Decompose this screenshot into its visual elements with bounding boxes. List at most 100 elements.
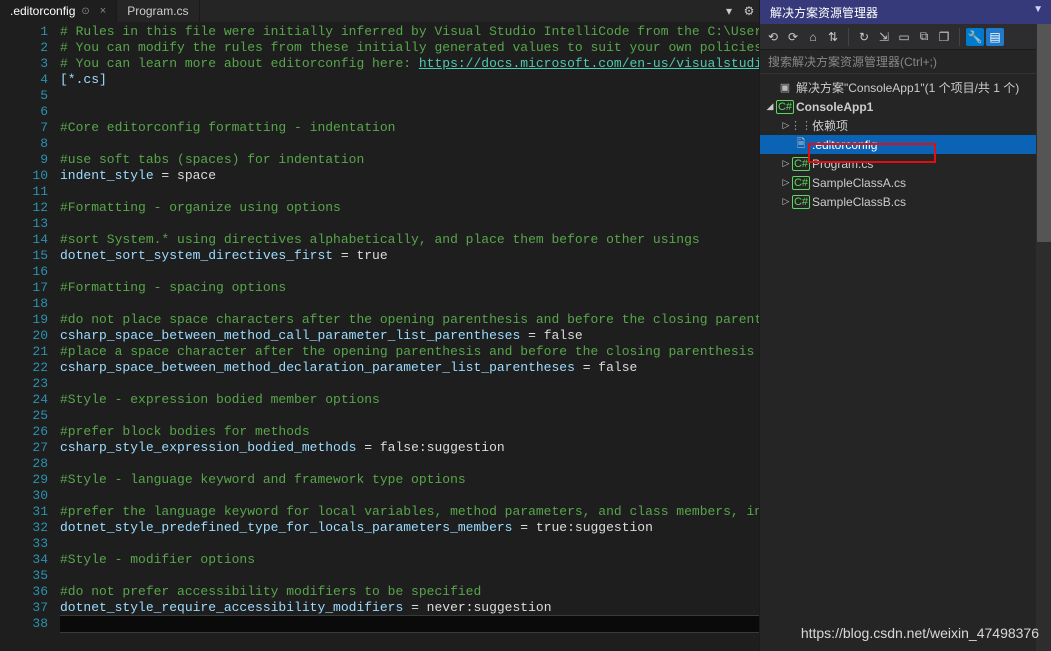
copy-icon[interactable]: ⧉	[915, 28, 933, 46]
expand-arrow-icon[interactable]	[780, 196, 792, 207]
tab-overflow-button[interactable]: ▾	[719, 0, 739, 22]
code-line[interactable]: #Style - modifier options	[60, 552, 759, 568]
code-line[interactable]	[60, 616, 759, 632]
line-number: 36	[0, 584, 48, 600]
code-line[interactable]: #do not place space characters after the…	[60, 312, 759, 328]
tree-node-label: Program.cs	[810, 157, 1045, 171]
code-line[interactable]: #sort System.* using directives alphabet…	[60, 232, 759, 248]
code-line[interactable]: csharp_style_expression_bodied_methods =…	[60, 440, 759, 456]
code-line[interactable]	[60, 104, 759, 120]
line-number: 11	[0, 184, 48, 200]
sync-icon[interactable]: ⇅	[824, 28, 842, 46]
tree-node[interactable]: C#SampleClassB.cs	[760, 192, 1051, 211]
solution-search-input[interactable]: 搜索解决方案资源管理器(Ctrl+;)	[760, 50, 1051, 74]
code-line[interactable]: dotnet_style_predefined_type_for_locals_…	[60, 520, 759, 536]
proj-icon: C#	[776, 100, 794, 114]
tree-node-label: 解决方案"ConsoleApp1"(1 个项目/共 1 个)	[794, 79, 1045, 96]
collapse-icon[interactable]: ⇲	[875, 28, 893, 46]
line-number: 35	[0, 568, 48, 584]
code-line[interactable]	[60, 88, 759, 104]
code-line[interactable]: #Core editorconfig formatting - indentat…	[60, 120, 759, 136]
solution-explorer-panel: 解决方案资源管理器 ▼ ⟲⟳⌂⇅ ↻⇲▭⧉❐ 🔧▤ 搜索解决方案资源管理器(Ctrl…	[759, 0, 1051, 651]
line-number: 31	[0, 504, 48, 520]
sln-icon: ▣	[776, 81, 794, 94]
code-line[interactable]	[60, 488, 759, 504]
back-icon[interactable]: ⟲	[764, 28, 782, 46]
prop-icon[interactable]: ▤	[986, 28, 1004, 46]
code-line[interactable]: #Style - expression bodied member option…	[60, 392, 759, 408]
line-number: 1	[0, 24, 48, 40]
url-link[interactable]: https://docs.microsoft.com/en-us/visuals…	[419, 56, 759, 71]
code-line[interactable]: #do not prefer accessibility modifiers t…	[60, 584, 759, 600]
line-number: 24	[0, 392, 48, 408]
line-number: 18	[0, 296, 48, 312]
code-line[interactable]	[60, 568, 759, 584]
code-line[interactable]: #use soft tabs (spaces) for indentation	[60, 152, 759, 168]
code-line[interactable]: #place a space character after the openi…	[60, 344, 759, 360]
tab-program-cs[interactable]: Program.cs	[117, 0, 199, 22]
wrench-icon[interactable]: 🔧	[966, 28, 984, 46]
tab-label: Program.cs	[127, 4, 188, 18]
code-line[interactable]: csharp_space_between_method_declaration_…	[60, 360, 759, 376]
code-line[interactable]: #prefer the language keyword for local v…	[60, 504, 759, 520]
solution-explorer-title[interactable]: 解决方案资源管理器 ▼	[760, 0, 1051, 24]
code-line[interactable]: indent_style = space	[60, 168, 759, 184]
code-line[interactable]	[60, 136, 759, 152]
line-number: 5	[0, 88, 48, 104]
vertical-scrollbar[interactable]	[1036, 22, 1051, 651]
settings-gear-icon[interactable]: ⚙	[739, 0, 759, 22]
pin-icon: ⊙	[81, 6, 89, 17]
code-line[interactable]	[60, 376, 759, 392]
line-number: 21	[0, 344, 48, 360]
code-line[interactable]: #Style - language keyword and framework …	[60, 472, 759, 488]
code-line[interactable]: # You can learn more about editorconfig …	[60, 56, 759, 72]
home-icon[interactable]: ⌂	[804, 28, 822, 46]
expand-arrow-icon[interactable]	[764, 101, 776, 112]
line-number: 22	[0, 360, 48, 376]
tree-node[interactable]: C#SampleClassA.cs	[760, 173, 1051, 192]
expand-arrow-icon[interactable]	[780, 177, 792, 188]
scroll-thumb[interactable]	[1037, 22, 1051, 242]
tree-node-label: SampleClassA.cs	[810, 176, 1045, 190]
code-body[interactable]: # Rules in this file were initially infe…	[60, 22, 759, 651]
tree-node[interactable]: 🗎.editorconfig	[760, 135, 1051, 154]
line-number: 37	[0, 600, 48, 616]
code-line[interactable]	[60, 184, 759, 200]
cs-icon: C#	[792, 157, 810, 171]
code-line[interactable]: #Formatting - organize using options	[60, 200, 759, 216]
code-line[interactable]	[60, 456, 759, 472]
tab-editorconfig[interactable]: .editorconfig ⊙ ×	[0, 0, 117, 22]
cs-icon: C#	[792, 195, 810, 209]
line-number: 19	[0, 312, 48, 328]
expand-arrow-icon[interactable]	[780, 158, 792, 169]
forward-icon[interactable]: ⟳	[784, 28, 802, 46]
code-line[interactable]	[60, 408, 759, 424]
show-all-icon[interactable]: ▭	[895, 28, 913, 46]
code-line[interactable]: # You can modify the rules from these in…	[60, 40, 759, 56]
code-line[interactable]	[60, 296, 759, 312]
code-line[interactable]: #Formatting - spacing options	[60, 280, 759, 296]
tree-node[interactable]: ▣解决方案"ConsoleApp1"(1 个项目/共 1 个)	[760, 78, 1051, 97]
tree-node-label: ConsoleApp1	[794, 100, 1045, 114]
code-line[interactable]	[60, 216, 759, 232]
refresh-icon[interactable]: ↻	[855, 28, 873, 46]
code-line[interactable]	[60, 264, 759, 280]
panel-dropdown-icon[interactable]: ▼	[1033, 4, 1043, 15]
tree-node[interactable]: C#Program.cs	[760, 154, 1051, 173]
line-number: 9	[0, 152, 48, 168]
code-line[interactable]: # Rules in this file were initially infe…	[60, 24, 759, 40]
code-line[interactable]: dotnet_sort_system_directives_first = tr…	[60, 248, 759, 264]
code-editor[interactable]: 1234567891011121314151617181920212223242…	[0, 22, 759, 651]
line-number: 6	[0, 104, 48, 120]
code-line[interactable]: csharp_space_between_method_call_paramet…	[60, 328, 759, 344]
tree-node[interactable]: ⋮⋮依赖项	[760, 116, 1051, 135]
toolbar-separator	[848, 28, 849, 46]
code-line[interactable]: [*.cs]	[60, 72, 759, 88]
stack-icon[interactable]: ❐	[935, 28, 953, 46]
line-number: 15	[0, 248, 48, 264]
code-line[interactable]	[60, 536, 759, 552]
code-line[interactable]: dotnet_style_require_accessibility_modif…	[60, 600, 759, 616]
tree-node[interactable]: C#ConsoleApp1	[760, 97, 1051, 116]
close-icon[interactable]: ×	[100, 5, 106, 17]
code-line[interactable]: #prefer block bodies for methods	[60, 424, 759, 440]
